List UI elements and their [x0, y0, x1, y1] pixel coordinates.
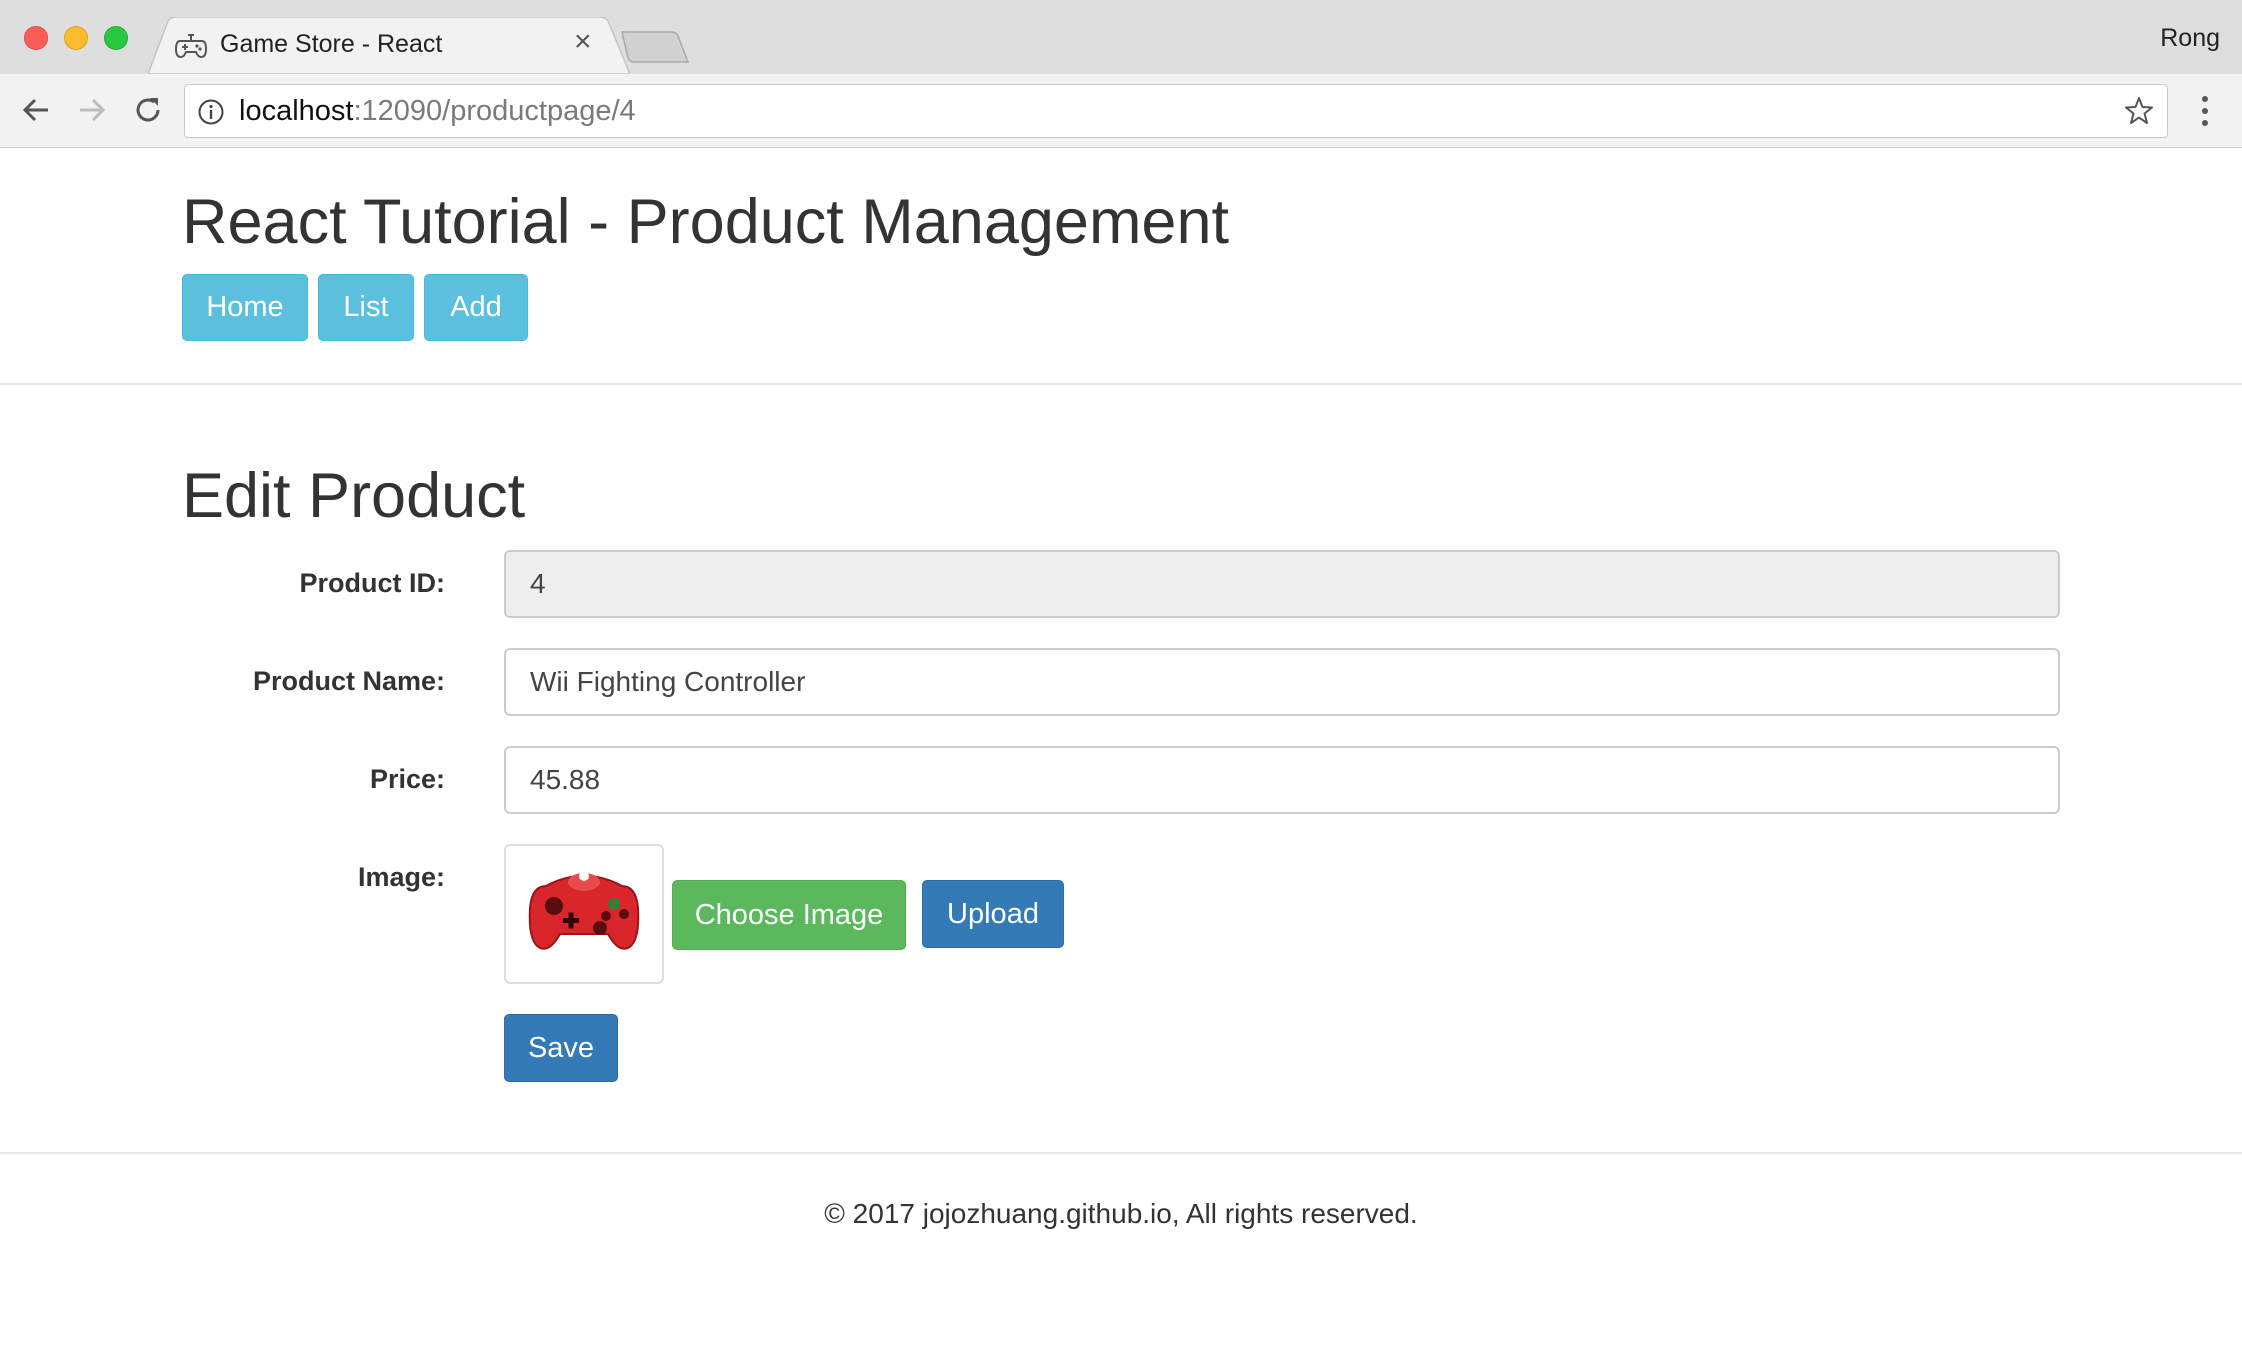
- reload-icon[interactable]: [130, 92, 166, 128]
- minimize-window-button[interactable]: [64, 26, 88, 50]
- back-arrow-icon[interactable]: [18, 92, 54, 128]
- product-image-thumbnail: [504, 844, 664, 984]
- gamepad-icon: [174, 34, 208, 59]
- profile-name[interactable]: Rong: [2160, 24, 2220, 53]
- product-name-label: Product Name:: [252, 666, 445, 696]
- browser-tab[interactable]: Game Store - React ×: [148, 17, 630, 74]
- price-value: 45.88: [530, 764, 601, 795]
- save-button[interactable]: Save: [504, 1014, 618, 1082]
- forward-arrow-icon[interactable]: [74, 92, 110, 128]
- info-icon[interactable]: [197, 98, 225, 126]
- url-text[interactable]: localhost:12090/productpage/4: [239, 95, 636, 128]
- url-path: :12090/productpage/4: [353, 95, 636, 127]
- close-window-button[interactable]: [24, 26, 48, 50]
- close-tab-icon[interactable]: ×: [574, 27, 592, 57]
- product-id-label: Product ID:: [299, 568, 446, 598]
- product-id-field: 4: [504, 550, 2060, 618]
- price-label: Price:: [369, 764, 445, 794]
- red-game-controller-image: [528, 871, 640, 950]
- product-name-field[interactable]: Wii Fighting Controller: [504, 648, 2060, 716]
- new-tab-button[interactable]: [620, 30, 690, 64]
- edit-product-heading: Edit Product: [182, 461, 526, 531]
- image-label: Image:: [357, 862, 445, 892]
- bookmark-star-icon[interactable]: [2123, 95, 2155, 127]
- list-button[interactable]: List: [318, 274, 414, 341]
- upload-button[interactable]: Upload: [922, 880, 1064, 948]
- footer-copyright: © 2017 jojozhuang.github.io, All rights …: [824, 1198, 1418, 1229]
- price-field[interactable]: 45.88: [504, 746, 2060, 814]
- maximize-window-button[interactable]: [104, 26, 128, 50]
- more-menu-icon[interactable]: [2196, 92, 2214, 130]
- tab-title: Game Store - React: [220, 30, 443, 58]
- add-button[interactable]: Add: [424, 274, 528, 341]
- browser-tab-strip: Game Store - React × Rong: [0, 0, 2242, 74]
- product-id-value: 4: [530, 568, 546, 599]
- browser-toolbar: localhost:12090/productpage/4: [0, 74, 2242, 148]
- footer-divider: [0, 1152, 2242, 1154]
- app-title: React Tutorial - Product Management: [182, 187, 1230, 257]
- url-host: localhost: [239, 95, 354, 127]
- home-button[interactable]: Home: [182, 274, 308, 341]
- page-content: React Tutorial - Product Management Home…: [0, 148, 2242, 1354]
- header-divider: [0, 383, 2242, 385]
- address-bar[interactable]: localhost:12090/productpage/4: [184, 84, 2168, 138]
- choose-image-button[interactable]: Choose Image: [672, 880, 906, 950]
- product-name-value: Wii Fighting Controller: [530, 666, 806, 697]
